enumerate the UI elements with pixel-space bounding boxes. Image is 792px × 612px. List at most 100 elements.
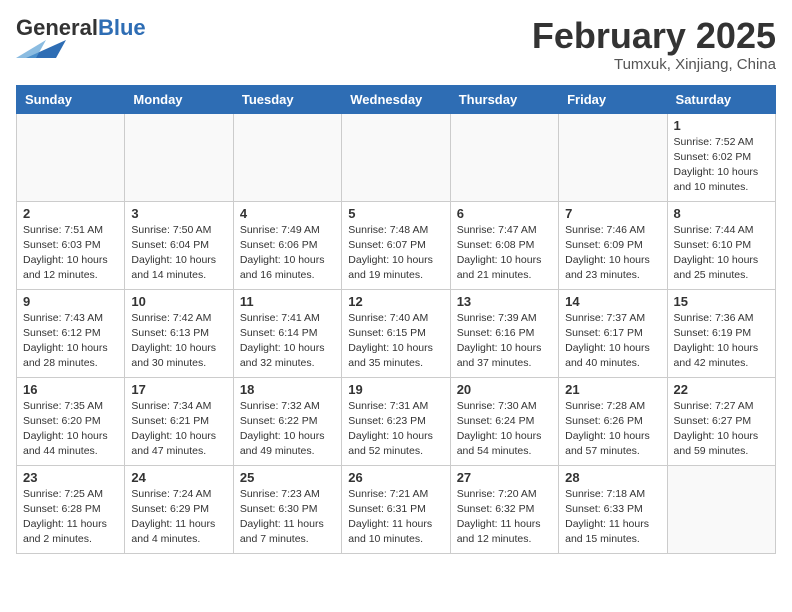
calendar-cell: 21 Sunrise: 7:28 AM Sunset: 6:26 PM Dayli…: [559, 377, 667, 465]
day-info: Sunrise: 7:25 AM Sunset: 6:28 PM Dayligh…: [23, 487, 118, 548]
day-number: 17: [131, 382, 226, 397]
day-number: 13: [457, 294, 552, 309]
day-number: 25: [240, 470, 335, 485]
day-number: 23: [23, 470, 118, 485]
day-info: Sunrise: 7:27 AM Sunset: 6:27 PM Dayligh…: [674, 399, 769, 460]
logo-blue-text: Blue: [98, 15, 146, 40]
day-number: 7: [565, 206, 660, 221]
calendar-week-row: 23 Sunrise: 7:25 AM Sunset: 6:28 PM Dayli…: [17, 465, 776, 553]
day-number: 6: [457, 206, 552, 221]
calendar-cell: 8 Sunrise: 7:44 AM Sunset: 6:10 PM Daylig…: [667, 201, 775, 289]
calendar-cell: 9 Sunrise: 7:43 AM Sunset: 6:12 PM Daylig…: [17, 289, 125, 377]
calendar-cell: [342, 113, 450, 201]
calendar-week-row: 16Sunrise: 7:35 AM Sunset: 6:20 PM Dayli…: [17, 377, 776, 465]
day-info: Sunrise: 7:49 AM Sunset: 6:06 PM Dayligh…: [240, 223, 335, 284]
day-number: 22: [674, 382, 769, 397]
day-info: Sunrise: 7:52 AM Sunset: 6:02 PM Dayligh…: [674, 135, 769, 196]
day-info: Sunrise: 7:39 AM Sunset: 6:16 PM Dayligh…: [457, 311, 552, 372]
day-info: Sunrise: 7:43 AM Sunset: 6:12 PM Dayligh…: [23, 311, 118, 372]
day-number: 27: [457, 470, 552, 485]
day-number: 3: [131, 206, 226, 221]
calendar-cell: [450, 113, 558, 201]
calendar-cell: 11Sunrise: 7:41 AM Sunset: 6:14 PM Dayli…: [233, 289, 341, 377]
day-number: 5: [348, 206, 443, 221]
day-info: Sunrise: 7:37 AM Sunset: 6:17 PM Dayligh…: [565, 311, 660, 372]
calendar-cell: 24Sunrise: 7:24 AM Sunset: 6:29 PM Dayli…: [125, 465, 233, 553]
weekday-header: Monday: [125, 85, 233, 113]
calendar-cell: 28 Sunrise: 7:18 AM Sunset: 6:33 PM Dayli…: [559, 465, 667, 553]
logo: GeneralBlue: [16, 16, 146, 63]
day-number: 9: [23, 294, 118, 309]
calendar-cell: 4 Sunrise: 7:49 AM Sunset: 6:06 PM Daylig…: [233, 201, 341, 289]
day-info: Sunrise: 7:51 AM Sunset: 6:03 PM Dayligh…: [23, 223, 118, 284]
day-number: 1: [674, 118, 769, 133]
day-number: 19: [348, 382, 443, 397]
calendar-cell: 14 Sunrise: 7:37 AM Sunset: 6:17 PM Dayli…: [559, 289, 667, 377]
calendar-week-row: 2Sunrise: 7:51 AM Sunset: 6:03 PM Daylig…: [17, 201, 776, 289]
title-block: February 2025 Tumxuk, Xinjiang, China: [532, 16, 776, 73]
calendar-cell: 3 Sunrise: 7:50 AM Sunset: 6:04 PM Daylig…: [125, 201, 233, 289]
calendar-table: SundayMondayTuesdayWednesdayThursdayFrid…: [16, 85, 776, 554]
calendar-cell: 13 Sunrise: 7:39 AM Sunset: 6:16 PM Dayli…: [450, 289, 558, 377]
day-number: 4: [240, 206, 335, 221]
day-info: Sunrise: 7:47 AM Sunset: 6:08 PM Dayligh…: [457, 223, 552, 284]
day-info: Sunrise: 7:32 AM Sunset: 6:22 PM Dayligh…: [240, 399, 335, 460]
calendar-week-row: 1 Sunrise: 7:52 AM Sunset: 6:02 PM Daylig…: [17, 113, 776, 201]
day-number: 15: [674, 294, 769, 309]
calendar-cell: 26 Sunrise: 7:21 AM Sunset: 6:31 PM Dayli…: [342, 465, 450, 553]
day-number: 12: [348, 294, 443, 309]
day-info: Sunrise: 7:23 AM Sunset: 6:30 PM Dayligh…: [240, 487, 335, 548]
calendar-cell: 19Sunrise: 7:31 AM Sunset: 6:23 PM Dayli…: [342, 377, 450, 465]
calendar-cell: 2Sunrise: 7:51 AM Sunset: 6:03 PM Daylig…: [17, 201, 125, 289]
day-number: 8: [674, 206, 769, 221]
calendar-cell: 16Sunrise: 7:35 AM Sunset: 6:20 PM Dayli…: [17, 377, 125, 465]
logo-general-text: General: [16, 15, 98, 40]
calendar-cell: [667, 465, 775, 553]
calendar-cell: 7 Sunrise: 7:46 AM Sunset: 6:09 PM Daylig…: [559, 201, 667, 289]
day-info: Sunrise: 7:40 AM Sunset: 6:15 PM Dayligh…: [348, 311, 443, 372]
weekday-header: Thursday: [450, 85, 558, 113]
day-number: 18: [240, 382, 335, 397]
day-info: Sunrise: 7:48 AM Sunset: 6:07 PM Dayligh…: [348, 223, 443, 284]
day-info: Sunrise: 7:46 AM Sunset: 6:09 PM Dayligh…: [565, 223, 660, 284]
calendar-cell: 18 Sunrise: 7:32 AM Sunset: 6:22 PM Dayli…: [233, 377, 341, 465]
day-number: 21: [565, 382, 660, 397]
calendar-cell: [559, 113, 667, 201]
calendar-cell: 6 Sunrise: 7:47 AM Sunset: 6:08 PM Daylig…: [450, 201, 558, 289]
location: Tumxuk, Xinjiang, China: [532, 56, 776, 73]
day-info: Sunrise: 7:21 AM Sunset: 6:31 PM Dayligh…: [348, 487, 443, 548]
day-number: 20: [457, 382, 552, 397]
day-info: Sunrise: 7:42 AM Sunset: 6:13 PM Dayligh…: [131, 311, 226, 372]
day-number: 28: [565, 470, 660, 485]
calendar-cell: 10 Sunrise: 7:42 AM Sunset: 6:13 PM Dayli…: [125, 289, 233, 377]
day-number: 10: [131, 294, 226, 309]
calendar-cell: 1 Sunrise: 7:52 AM Sunset: 6:02 PM Daylig…: [667, 113, 775, 201]
calendar-cell: [17, 113, 125, 201]
day-info: Sunrise: 7:18 AM Sunset: 6:33 PM Dayligh…: [565, 487, 660, 548]
calendar-cell: 12 Sunrise: 7:40 AM Sunset: 6:15 PM Dayli…: [342, 289, 450, 377]
calendar-cell: 5 Sunrise: 7:48 AM Sunset: 6:07 PM Daylig…: [342, 201, 450, 289]
calendar-cell: 20Sunrise: 7:30 AM Sunset: 6:24 PM Dayli…: [450, 377, 558, 465]
calendar-cell: 23 Sunrise: 7:25 AM Sunset: 6:28 PM Dayli…: [17, 465, 125, 553]
logo-icon: [16, 40, 66, 58]
calendar-cell: 15 Sunrise: 7:36 AM Sunset: 6:19 PM Dayli…: [667, 289, 775, 377]
day-info: Sunrise: 7:36 AM Sunset: 6:19 PM Dayligh…: [674, 311, 769, 372]
day-info: Sunrise: 7:24 AM Sunset: 6:29 PM Dayligh…: [131, 487, 226, 548]
calendar-cell: [233, 113, 341, 201]
weekday-header: Wednesday: [342, 85, 450, 113]
day-info: Sunrise: 7:20 AM Sunset: 6:32 PM Dayligh…: [457, 487, 552, 548]
day-info: Sunrise: 7:41 AM Sunset: 6:14 PM Dayligh…: [240, 311, 335, 372]
page-header: GeneralBlue February 2025 Tumxuk, Xinjia…: [16, 16, 776, 73]
day-info: Sunrise: 7:34 AM Sunset: 6:21 PM Dayligh…: [131, 399, 226, 460]
weekday-header: Tuesday: [233, 85, 341, 113]
day-info: Sunrise: 7:50 AM Sunset: 6:04 PM Dayligh…: [131, 223, 226, 284]
day-number: 26: [348, 470, 443, 485]
weekday-header: Friday: [559, 85, 667, 113]
calendar-header-row: SundayMondayTuesdayWednesdayThursdayFrid…: [17, 85, 776, 113]
calendar-week-row: 9 Sunrise: 7:43 AM Sunset: 6:12 PM Daylig…: [17, 289, 776, 377]
day-info: Sunrise: 7:44 AM Sunset: 6:10 PM Dayligh…: [674, 223, 769, 284]
day-info: Sunrise: 7:28 AM Sunset: 6:26 PM Dayligh…: [565, 399, 660, 460]
calendar-cell: [125, 113, 233, 201]
day-info: Sunrise: 7:35 AM Sunset: 6:20 PM Dayligh…: [23, 399, 118, 460]
day-number: 14: [565, 294, 660, 309]
